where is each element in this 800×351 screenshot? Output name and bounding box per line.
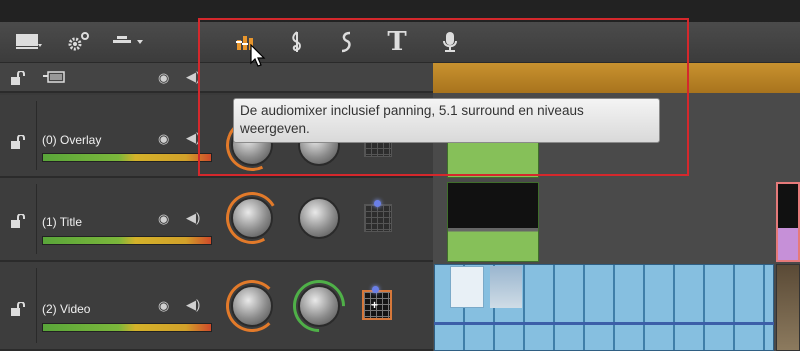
speaker-icon[interactable]: ◀) — [186, 130, 200, 146]
timeline-toolbar: T — [0, 22, 800, 63]
speaker-icon[interactable]: ◀) — [186, 210, 200, 226]
audio-level-meter — [42, 236, 212, 245]
video-clip[interactable] — [434, 264, 774, 351]
add-track-icon[interactable] — [42, 69, 66, 90]
track-name: (1) Title — [42, 215, 83, 229]
lock-icon[interactable] — [10, 213, 26, 228]
title-icon[interactable]: T — [384, 27, 410, 57]
track-header-master: ◉ ◀) — [0, 63, 433, 93]
separator — [36, 101, 37, 170]
window-top-strip — [0, 0, 800, 22]
track-title: (1) Title ◉ ◀) — [0, 178, 800, 262]
speaker-icon[interactable]: ◀) — [186, 69, 200, 85]
timeline-ruler[interactable] — [433, 63, 800, 93]
soundtrack-icon[interactable] — [335, 30, 357, 54]
lock-icon[interactable] — [10, 70, 26, 85]
pan-knob[interactable] — [298, 285, 340, 327]
speaker-icon[interactable]: ◀) — [186, 297, 200, 313]
track-view-icon[interactable] — [12, 30, 46, 54]
video-clip-audio-line — [434, 322, 774, 325]
title-clip-2[interactable] — [776, 182, 800, 262]
track-name: (2) Video — [42, 302, 91, 316]
eye-icon[interactable]: ◉ — [158, 70, 169, 86]
settings-icon[interactable] — [64, 30, 92, 54]
track-video: (2) Video ◉ ◀) + — [0, 262, 800, 351]
separator — [36, 268, 37, 343]
title-clip[interactable] — [447, 182, 539, 262]
separator — [36, 184, 37, 254]
video-clip-2[interactable] — [776, 264, 800, 351]
volume-knob[interactable] — [231, 285, 273, 327]
lock-icon[interactable] — [10, 134, 26, 149]
microphone-icon[interactable] — [440, 30, 460, 54]
surround-pan-dot[interactable] — [372, 286, 379, 293]
pan-crosshair-icon: + — [371, 298, 379, 312]
volume-knob[interactable] — [231, 197, 273, 239]
audio-mixer-tooltip: De audiomixer inclusief panning, 5.1 sur… — [233, 98, 660, 143]
pan-knob[interactable] — [298, 197, 340, 239]
lock-icon[interactable] — [10, 301, 26, 316]
eye-icon[interactable]: ◉ — [158, 211, 169, 227]
eye-icon[interactable]: ◉ — [158, 298, 169, 314]
audio-level-meter — [42, 323, 212, 332]
surround-pan-dot[interactable] — [374, 200, 381, 207]
video-clip-thumbnail-2 — [490, 266, 522, 308]
mouse-cursor-icon — [250, 43, 268, 73]
tooltip-text: De audiomixer inclusief panning, 5.1 sur… — [240, 103, 584, 136]
music-score-icon[interactable] — [286, 30, 308, 54]
track-name: (0) Overlay — [42, 133, 102, 147]
surround-pan-grid[interactable] — [364, 204, 392, 232]
snap-dropdown-icon[interactable] — [110, 30, 150, 54]
eye-icon[interactable]: ◉ — [158, 131, 169, 147]
audio-level-meter — [42, 153, 212, 162]
video-clip-thumbnail — [450, 266, 484, 308]
